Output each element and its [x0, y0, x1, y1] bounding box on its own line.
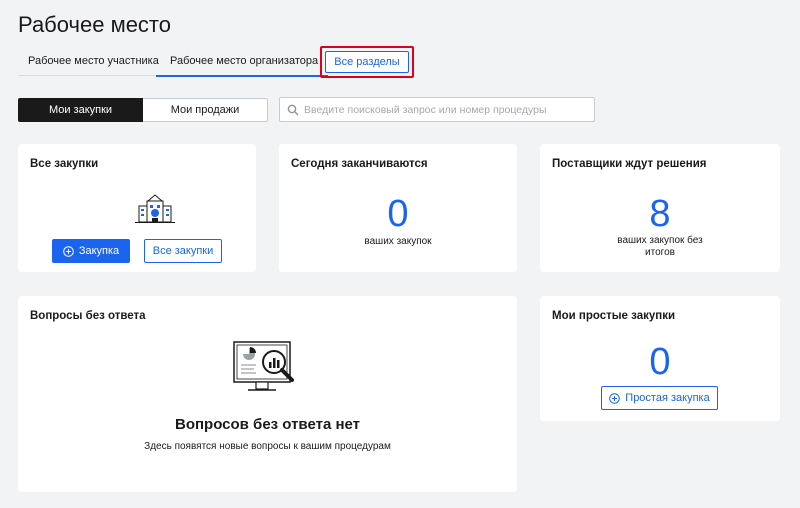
ending-today-count[interactable]: 0 — [279, 194, 517, 234]
suppliers-waiting-count[interactable]: 8 — [540, 194, 780, 234]
my-purchases-button[interactable]: Мои закупки — [18, 98, 143, 122]
empty-state-subtitle: Здесь появятся новые вопросы к вашим про… — [144, 441, 391, 452]
plus-circle-icon — [63, 245, 74, 257]
all-sections-button[interactable]: Все разделы — [325, 51, 409, 73]
my-sales-button[interactable]: Мои продажи — [143, 98, 268, 122]
simple-purchases-count[interactable]: 0 — [540, 342, 780, 382]
search-input[interactable] — [304, 99, 589, 120]
page-title: Рабочее место — [18, 12, 172, 37]
suppliers-waiting-title: Поставщики ждут решения — [552, 158, 707, 170]
plus-circle-icon — [609, 392, 621, 404]
suppliers-waiting-caption-line2: итогов — [645, 247, 675, 258]
simple-purchases-title: Мои простые закупки — [552, 310, 676, 322]
suppliers-waiting-caption-line1: ваших закупок без — [617, 235, 703, 246]
simple-purchase-button[interactable]: Простая закупка — [601, 386, 718, 410]
new-purchase-button[interactable]: Закупка — [52, 239, 130, 263]
empty-state-title: Вопросов без ответа нет — [174, 416, 361, 433]
all-purchases-title: Все закупки — [30, 158, 99, 170]
purchases-sales-toggle: Мои закупки Мои продажи — [18, 98, 268, 122]
unanswered-questions-card: Вопросы без ответа Вопросов без ответа н… — [18, 296, 517, 492]
unanswered-questions-title: Вопросы без ответа — [30, 310, 146, 322]
ending-today-caption: ваших закупок — [364, 236, 432, 247]
monitor-analytics-icon — [233, 341, 294, 391]
search-box — [279, 97, 595, 122]
search-icon — [287, 104, 299, 116]
tab-participant-workspace[interactable]: Рабочее место участника — [28, 46, 159, 76]
simple-purchase-label: Простая закупка — [625, 392, 710, 404]
new-purchase-label: Закупка — [78, 245, 120, 257]
workspace-tabs: Рабочее место участника Рабочее место ор… — [18, 46, 329, 77]
all-sections-highlight: Все разделы — [320, 46, 414, 78]
all-purchases-card: Все закупки Закупка Все закупки — [18, 144, 256, 272]
suppliers-waiting-card: Поставщики ждут решения 8 ваших закупок … — [540, 144, 780, 272]
simple-purchases-card: Мои простые закупки 0 Простая закупка — [540, 296, 780, 421]
building-icon — [135, 194, 175, 223]
ending-today-card: Сегодня заканчиваются 0 ваших закупок — [279, 144, 517, 272]
all-purchases-button[interactable]: Все закупки — [144, 239, 222, 263]
tab-organizer-workspace[interactable]: Рабочее место организатора — [155, 46, 329, 77]
ending-today-title: Сегодня заканчиваются — [291, 158, 428, 170]
